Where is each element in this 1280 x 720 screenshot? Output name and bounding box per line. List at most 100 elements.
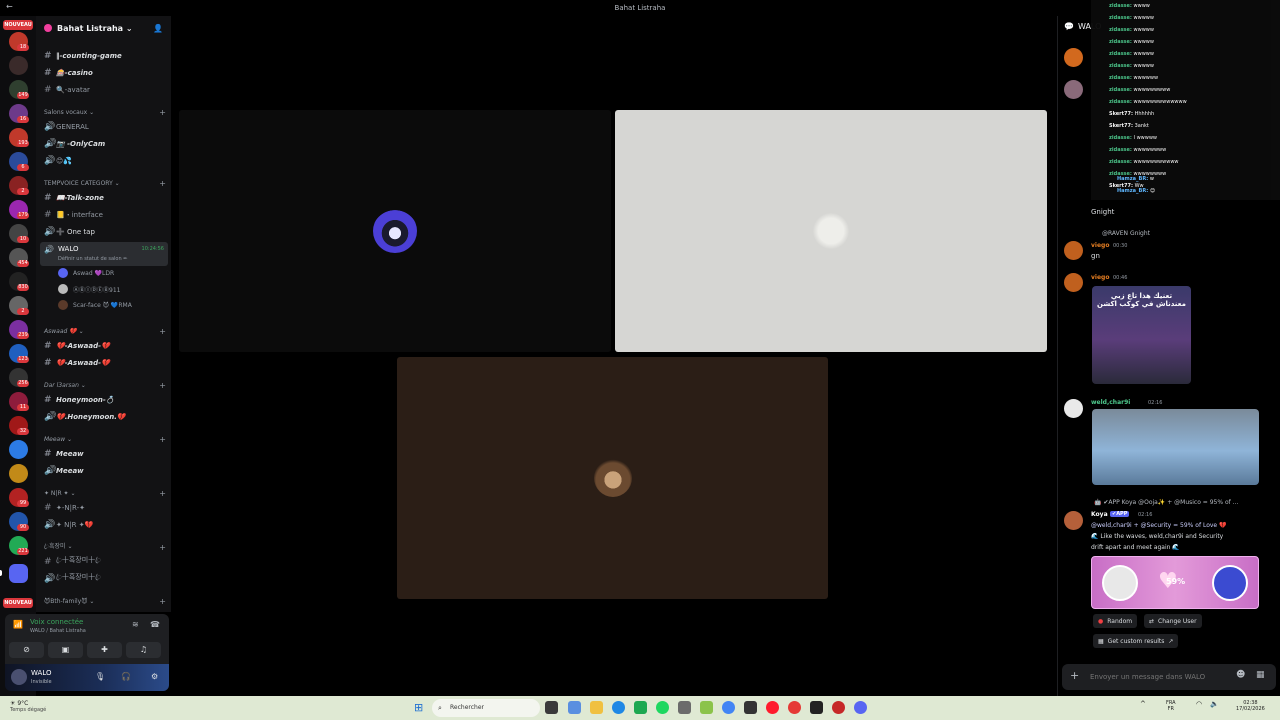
microphone-icon[interactable]: 🎙 [95,672,105,681]
chevron-up-icon[interactable]: ^ [1140,700,1146,708]
text-channel[interactable]: # ‖-counting-game [44,49,166,63]
voice-channel[interactable]: 🔊 💔.Honeymoon.💔 [44,410,166,424]
server-icon[interactable] [9,56,28,75]
add-channel-icon[interactable]: + [159,381,166,390]
avatar[interactable] [11,669,27,685]
avatar[interactable] [1064,241,1083,260]
soundboard-button[interactable]: ♫ [126,642,161,658]
text-channel[interactable]: # 🎰-casino [44,66,166,80]
message-author[interactable]: Koya [1091,511,1108,518]
category-meeaw[interactable]: Meeaw ⌄ + [44,433,166,445]
voice-channel[interactable]: 🔊 GENERAL [44,120,166,134]
voice-status[interactable]: Définir un statut de salon ✏ [58,256,127,262]
language-indicator[interactable]: FRA FR [1166,700,1176,712]
meme-image[interactable]: تعنيك هذا تاع زبي معندناش في كوكب اكشن [1092,286,1191,384]
text-channel[interactable]: # Honeymoon-💍 [44,393,166,407]
active-voice-channel[interactable]: 🔊 WALO 10:24:56 Définir un statut de sal… [40,242,168,266]
category-aswaad[interactable]: Aswaad 💔 ⌄ + [44,325,166,337]
excel-icon[interactable] [634,701,647,714]
apps-icon[interactable]: ▦ [1256,670,1265,680]
category-nr[interactable]: ✦ N|R ✦ ⌄ + [44,487,166,499]
add-member-icon[interactable]: 👤 [153,24,163,33]
text-channel[interactable]: # 🔍-avatar [44,83,166,97]
avatar[interactable] [1064,399,1083,418]
category-voice[interactable]: Salons vocaux ⌄ + [44,106,166,118]
video-tile[interactable] [615,110,1047,352]
voice-connected-subtitle[interactable]: WALO / Bahat Listraha [30,628,86,634]
category-tempvoice[interactable]: TEMPVOICE CATEGORY ⌄ + [44,177,166,189]
app-icon[interactable] [810,701,823,714]
guild-header[interactable]: Bahat Listraha ⌄ 👤 [36,16,171,40]
task-view-icon[interactable] [545,701,558,714]
voice-user[interactable]: Scar-face 😈 💙RMA [58,298,132,312]
message-author[interactable]: viego [1091,274,1109,281]
signal-icon[interactable]: 📶 [13,620,23,629]
settings-gear-icon[interactable]: ⚙ [151,672,158,681]
edge-icon[interactable] [612,701,625,714]
avatar[interactable] [1064,80,1083,99]
add-channel-icon[interactable]: + [159,108,166,117]
disconnect-icon[interactable]: ☎ [150,620,160,629]
text-channel[interactable]: # 💔-Aswaad-💔 [44,339,166,353]
server-icon[interactable] [9,440,28,459]
avatar[interactable] [1064,273,1083,292]
server-icon[interactable] [9,464,28,483]
category-dar[interactable]: Dar l3arsan ⌄ + [44,379,166,391]
love-meter-card[interactable]: ♥ 59% [1091,556,1259,609]
chrome-icon[interactable] [722,701,735,714]
voice-channel[interactable]: 🔊ꦿ十흑장미十ꦿ [44,572,166,586]
back-arrow-icon[interactable]: ← [6,2,13,11]
app-icon[interactable] [678,701,691,714]
voice-channel[interactable]: 🔊 Meeaw [44,464,166,478]
windows-start-icon[interactable]: ⊞ [414,701,423,714]
app-icon[interactable] [744,701,757,714]
text-channel[interactable]: # 💔-Aswaad-💔 [44,356,166,370]
text-channel[interactable]: # Meeaw [44,447,166,461]
message-author[interactable]: weld,char9i [1091,399,1130,406]
add-channel-icon[interactable]: + [159,489,166,498]
bot-reply-reference[interactable]: 🤖 ✔APP Koya @Ooja✨ + @Musico = 95% of ..… [1094,499,1238,506]
chrome-profile-icon[interactable] [788,701,801,714]
spotify-icon[interactable] [656,701,669,714]
noise-suppression-icon[interactable]: ≋ [132,620,139,629]
video-tile[interactable] [179,110,611,352]
voice-user[interactable]: ⒶⒷⒾⒹⒺⒷ911 [58,282,120,296]
voice-user[interactable]: Aswad 💜LDR [58,266,114,280]
avatar[interactable] [1064,48,1083,67]
discord-icon[interactable] [854,701,867,714]
add-channel-icon[interactable]: + [159,597,166,606]
random-button[interactable]: ● Random [1093,614,1138,628]
camera-button[interactable]: ⊘ [9,642,44,658]
folder-icon[interactable] [9,564,28,583]
copilot-icon[interactable] [568,701,581,714]
message-input[interactable] [1090,670,1230,684]
volume-icon[interactable]: 🔈 [1210,700,1219,708]
change-user-button[interactable]: ⇄ Change User [1144,614,1202,628]
search-box[interactable]: ⌕ Rechercher [432,699,540,717]
app-icon[interactable] [700,701,713,714]
text-channel[interactable]: #ꦿ十흑장미十ꦿ [44,555,166,569]
message-author[interactable]: viego [1091,242,1109,249]
avatar[interactable] [1064,511,1083,530]
wifi-icon[interactable]: ◠ [1196,700,1202,708]
plus-icon[interactable]: + [1070,669,1079,682]
activities-button[interactable]: ✚ [87,642,122,658]
reply-reference[interactable]: @RAVEN Gnight [1102,230,1150,237]
category-family[interactable]: 😈Bth-family😈 ⌄ + [44,595,166,607]
headphones-icon[interactable]: 🎧 [121,672,131,681]
gif-image[interactable] [1092,409,1259,485]
screen-share-button[interactable]: ▣ [48,642,83,658]
category-kor[interactable]: ꦿ흑장미 ⌄ + [44,541,166,553]
voice-channel[interactable]: 🔊 ✦ N|R ✦💔 [44,518,166,532]
emoji-icon[interactable]: ☻ [1236,670,1245,680]
file-explorer-icon[interactable] [590,701,603,714]
text-channel[interactable]: # ✦-N|R-✦ [44,501,166,515]
opera-icon[interactable] [766,701,779,714]
add-channel-icon[interactable]: + [159,179,166,188]
app-icon[interactable] [832,701,845,714]
add-channel-icon[interactable]: + [159,543,166,552]
text-channel[interactable]: # 📖-Talk-zone [44,191,166,205]
voice-channel[interactable]: 🔊 📷 -OnlyCam [44,137,166,151]
add-channel-icon[interactable]: + [159,435,166,444]
text-channel[interactable]: # 📒・interface [44,208,166,222]
